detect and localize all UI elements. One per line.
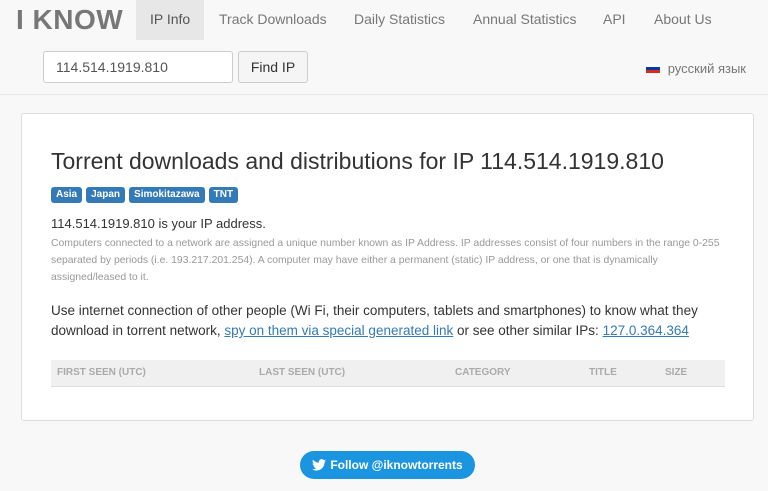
follow-label: Follow @iknowtorrents: [330, 458, 463, 472]
nav-annual-statistics[interactable]: Annual Statistics: [459, 0, 591, 40]
nav-ip-info[interactable]: IP Info: [136, 0, 204, 40]
your-ip-text: 114.514.1919.810 is your IP address.: [51, 216, 266, 231]
column-title[interactable]: TITLE: [589, 367, 617, 378]
spy-text-middle: or see other similar IPs:: [453, 323, 603, 338]
column-last-seen[interactable]: LAST SEEN (UTC): [259, 367, 345, 378]
nav-daily-statistics[interactable]: Daily Statistics: [340, 0, 459, 40]
search-bar: Find IP русский язык: [0, 42, 768, 95]
twitter-bird-icon: [312, 459, 327, 471]
similar-ip-link[interactable]: 127.0.364.364: [603, 323, 689, 338]
tag-city: Simokitazawa: [129, 187, 205, 203]
location-tags: Asia Japan Simokitazawa TNT: [51, 187, 239, 203]
tag-provider: TNT: [208, 187, 239, 203]
nav-about-us[interactable]: About Us: [640, 0, 726, 40]
twitter-follow-button[interactable]: Follow @iknowtorrents: [300, 451, 475, 479]
downloads-table-header: FIRST SEEN (UTC) LAST SEEN (UTC) CATEGOR…: [51, 360, 725, 387]
column-category[interactable]: CATEGORY: [455, 367, 511, 378]
ip-info-panel: Torrent downloads and distributions for …: [21, 113, 754, 421]
language-switch[interactable]: русский язык: [645, 61, 746, 76]
ip-search-input[interactable]: [43, 51, 233, 83]
column-first-seen[interactable]: FIRST SEEN (UTC): [57, 367, 146, 378]
language-label: русский язык: [667, 61, 746, 76]
spy-description: Use internet connection of other people …: [51, 301, 731, 341]
column-size[interactable]: SIZE: [665, 367, 687, 378]
tag-country: Japan: [86, 187, 126, 203]
site-logo[interactable]: I KNOW: [16, 4, 123, 36]
russian-flag-icon: [645, 63, 660, 74]
tag-continent: Asia: [51, 187, 83, 203]
top-navbar: I KNOW IP Info Track Downloads Daily Sta…: [0, 0, 768, 42]
ip-explanation: Computers connected to a network are ass…: [51, 238, 720, 283]
spy-link[interactable]: spy on them via special generated link: [224, 323, 453, 338]
nav-track-downloads[interactable]: Track Downloads: [205, 0, 341, 40]
find-ip-button[interactable]: Find IP: [238, 51, 308, 83]
nav-api[interactable]: API: [589, 0, 640, 40]
page-title: Torrent downloads and distributions for …: [51, 148, 664, 174]
